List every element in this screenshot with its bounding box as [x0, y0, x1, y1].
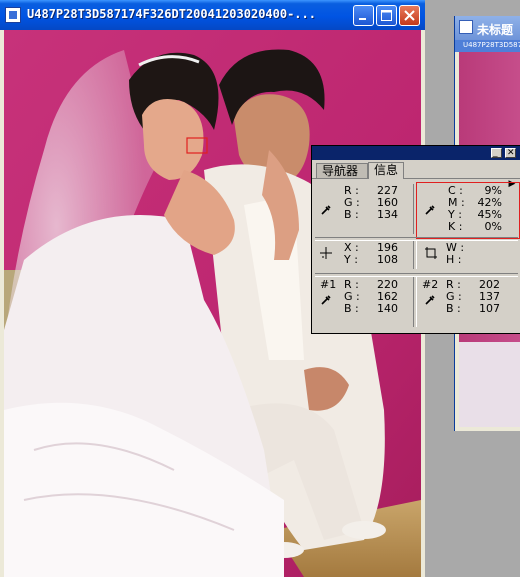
background-title-bar[interactable]: 未标题 [455, 16, 520, 40]
close-button[interactable] [399, 5, 420, 26]
maximize-icon [381, 10, 392, 21]
minimize-icon [359, 18, 366, 20]
minimize-button[interactable] [353, 5, 374, 26]
sampler-2-b-value: 107 [479, 302, 500, 315]
palette-close-button[interactable]: ✕ [505, 148, 516, 158]
sampler-2-b-label: B : [446, 302, 461, 315]
document-title: U487P28T3D587174F326DT20041203020400-... [27, 7, 316, 21]
selection-size-icon [425, 247, 437, 259]
color-sampler-icon [425, 295, 435, 305]
eyedropper-icon [321, 205, 331, 215]
sampler-1-id: #1 [320, 278, 337, 291]
cmyk-highlight-box [416, 182, 520, 239]
rgb-b-value: 134 [377, 208, 398, 221]
palette-minimize-button[interactable]: _ [491, 148, 502, 158]
minimize-icon: _ [493, 148, 498, 158]
info-palette: _ ✕ 导航器 信息 ▶ R : G : B : 227 160 134 C :… [311, 145, 520, 334]
photoshop-document-icon[interactable] [5, 7, 21, 23]
section-divider [413, 241, 417, 269]
y-label: Y : [344, 253, 358, 266]
background-window-subtitle: U487P28T3D5871 [463, 41, 520, 49]
crosshair-icon [320, 247, 332, 259]
document-icon [459, 20, 473, 34]
sampler-1-b-label: B : [344, 302, 359, 315]
color-sampler-icon [321, 295, 331, 305]
tab-navigator[interactable]: 导航器 [316, 163, 368, 178]
tab-info[interactable]: 信息 [368, 162, 404, 179]
sampler-1-b-value: 140 [377, 302, 398, 315]
background-window-title: 未标题 [477, 23, 514, 37]
palette-title-bar[interactable]: _ ✕ [312, 146, 520, 160]
maximize-button[interactable] [376, 5, 397, 26]
sampler-2-id: #2 [422, 278, 439, 291]
palette-tabs: 导航器 信息 ▶ [312, 161, 520, 189]
rgb-b-label: B : [344, 208, 359, 221]
background-photo-light-area [459, 342, 520, 427]
document-title-bar[interactable]: U487P28T3D587174F326DT20041203020400-... [0, 0, 425, 30]
close-icon: ✕ [507, 148, 515, 158]
y-value: 108 [377, 253, 398, 266]
section-divider [413, 277, 417, 327]
close-icon [404, 10, 415, 21]
h-label: H : [446, 253, 462, 266]
background-subtitle-bar: U487P28T3D5871 [455, 40, 520, 52]
